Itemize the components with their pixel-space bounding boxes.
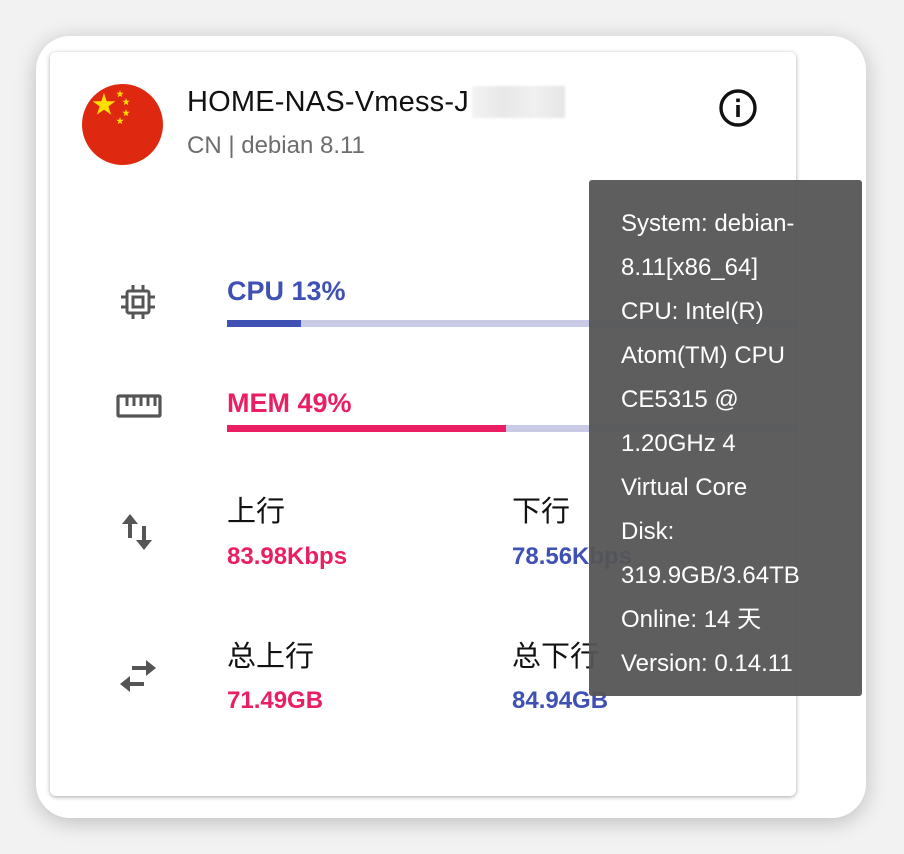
mem-usage-label: MEM 49% (227, 388, 352, 418)
upload-speed-value: 83.98Kbps (227, 543, 348, 570)
download-speed-label: 下行 (512, 496, 571, 528)
swap-vertical-icon (120, 512, 156, 557)
server-info-tooltip: System: debian- 8.11[x86_64] CPU: Intel(… (589, 180, 862, 696)
tooltip-line: System: debian- (621, 210, 795, 237)
china-flag-icon (82, 84, 163, 165)
server-name: HOME-NAS-Vmess-J (187, 86, 469, 118)
total-upload-value: 71.49GB (227, 687, 324, 714)
tooltip-line: CE5315 @ (621, 386, 739, 413)
info-button[interactable] (718, 88, 758, 128)
tooltip-line: Disk: (621, 518, 675, 545)
tooltip-line: CPU: Intel(R) (621, 298, 764, 325)
total-download-label: 总下行 (512, 641, 600, 673)
upload-speed-label: 上行 (227, 496, 286, 528)
mem-usage-bar-fill (227, 425, 506, 432)
tooltip-line: 1.20GHz 4 (621, 430, 736, 457)
tooltip-line: Version: 0.14.11 (621, 650, 793, 677)
memory-icon (116, 392, 162, 427)
tooltip-line: Atom(TM) CPU (621, 342, 785, 369)
total-upload-label: 总上行 (227, 641, 315, 673)
cpu-usage-label: CPU 13% (227, 276, 346, 306)
server-subtitle: CN | debian 8.11 (187, 132, 365, 159)
cpu-chip-icon (119, 283, 157, 326)
tooltip-line: Virtual Core (621, 474, 748, 501)
cpu-usage-bar-fill (227, 320, 301, 327)
china-flag-avatar (82, 84, 163, 165)
tooltip-line: 319.9GB/3.64TB (621, 562, 800, 589)
info-icon (719, 89, 757, 127)
swap-horizontal-icon (118, 658, 158, 699)
redacted-name-suffix (472, 86, 565, 118)
tooltip-line: Online: 14 天 (621, 606, 762, 633)
tooltip-line: 8.11[x86_64] (621, 254, 759, 281)
